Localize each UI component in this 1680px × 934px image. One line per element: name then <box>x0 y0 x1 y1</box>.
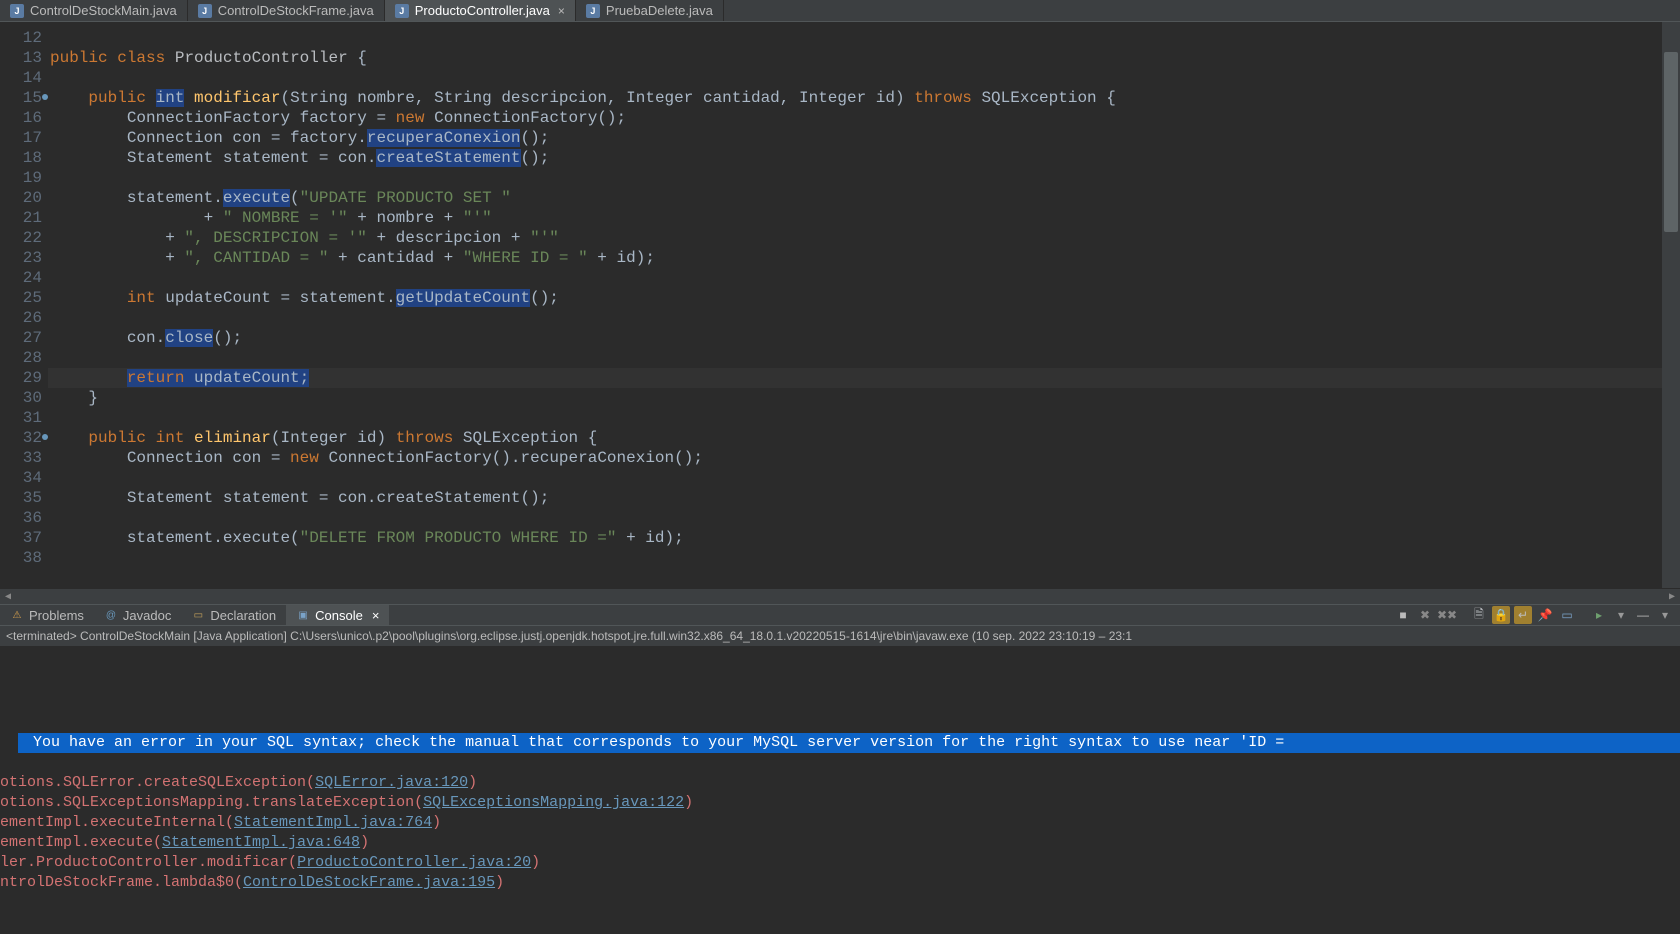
scrollbar-thumb[interactable] <box>1664 52 1678 232</box>
pin-console-icon[interactable]: 📌 <box>1536 606 1554 624</box>
stack-link[interactable]: StatementImpl.java:764 <box>234 814 432 831</box>
tab-label: PruebaDelete.java <box>606 3 713 18</box>
console-stack-line: ntrolDeStockFrame.lambda$0(ControlDeStoc… <box>0 873 1680 893</box>
code-editor[interactable]: 1213141516171819202122232425262728293031… <box>0 22 1680 588</box>
console-icon: ▣ <box>296 608 310 622</box>
tab-console[interactable]: ▣ Console × <box>286 605 389 625</box>
minimize-icon[interactable]: — <box>1634 606 1652 624</box>
open-console-icon[interactable]: ▸ <box>1590 606 1608 624</box>
scroll-left-icon[interactable]: ◀ <box>0 591 16 603</box>
tab-label: ProductoController.java <box>415 3 550 18</box>
console-output[interactable]: You have an error in your SQL syntax; ch… <box>0 647 1680 913</box>
bottom-view-tabs: ⚠ Problems @ Javadoc ▭ Declaration ▣ Con… <box>0 604 1680 626</box>
stack-link[interactable]: ControlDeStockFrame.java:195 <box>243 874 495 891</box>
btab-label: Console <box>315 608 363 623</box>
tab-controldestockmain[interactable]: J ControlDeStockMain.java <box>0 0 188 21</box>
code-content[interactable]: public class ProductoController { public… <box>48 22 1662 588</box>
java-file-icon: J <box>395 4 409 18</box>
console-stack-line: ementImpl.execute(StatementImpl.java:648… <box>0 833 1680 853</box>
word-wrap-icon[interactable]: ↵ <box>1514 606 1532 624</box>
line-number-gutter: 1213141516171819202122232425262728293031… <box>0 22 48 588</box>
tab-label: ControlDeStockMain.java <box>30 3 177 18</box>
console-stack-line: ler.ProductoController.modificar(Product… <box>0 853 1680 873</box>
tab-javadoc[interactable]: @ Javadoc <box>94 605 181 625</box>
scroll-lock-icon[interactable]: 🔒 <box>1492 606 1510 624</box>
javadoc-icon: @ <box>104 608 118 622</box>
tab-declaration[interactable]: ▭ Declaration <box>181 605 286 625</box>
editor-tab-bar: J ControlDeStockMain.java J ControlDeSto… <box>0 0 1680 22</box>
tab-pruebadelete[interactable]: J PruebaDelete.java <box>576 0 724 21</box>
horizontal-scrollbar[interactable]: ◀ ▶ <box>0 588 1680 604</box>
stack-link[interactable]: SQLError.java:120 <box>315 774 468 791</box>
remove-all-icon[interactable]: ✖✖ <box>1438 606 1456 624</box>
stack-link[interactable]: ProductoController.java:20 <box>297 854 531 871</box>
console-empty-line <box>0 693 1680 713</box>
declaration-icon: ▭ <box>191 608 205 622</box>
remove-launch-icon[interactable]: ✖ <box>1416 606 1434 624</box>
stack-link[interactable]: SQLExceptionsMapping.java:122 <box>423 794 684 811</box>
console-error-highlight: You have an error in your SQL syntax; ch… <box>18 733 1680 753</box>
console-stack-line: otions.SQLError.createSQLException(SQLEr… <box>0 773 1680 793</box>
clear-console-icon[interactable]: 🗎 <box>1470 606 1488 624</box>
btab-label: Problems <box>29 608 84 623</box>
btab-label: Declaration <box>210 608 276 623</box>
console-stack-line: ementImpl.executeInternal(StatementImpl.… <box>0 813 1680 833</box>
btab-label: Javadoc <box>123 608 171 623</box>
tab-problems[interactable]: ⚠ Problems <box>0 605 94 625</box>
tab-label: ControlDeStockFrame.java <box>218 3 374 18</box>
close-icon[interactable]: × <box>558 4 565 18</box>
new-console-icon[interactable]: ▾ <box>1612 606 1630 624</box>
terminate-icon[interactable]: ■ <box>1394 606 1412 624</box>
java-file-icon: J <box>10 4 24 18</box>
java-file-icon: J <box>586 4 600 18</box>
maximize-icon[interactable]: ▾ <box>1656 606 1674 624</box>
vertical-scrollbar[interactable] <box>1662 22 1680 588</box>
java-file-icon: J <box>198 4 212 18</box>
stack-link[interactable]: StatementImpl.java:648 <box>162 834 360 851</box>
tab-productocontroller[interactable]: J ProductoController.java × <box>385 0 576 21</box>
close-icon[interactable]: × <box>372 608 380 623</box>
display-selected-icon[interactable]: ▭ <box>1558 606 1576 624</box>
scroll-right-icon[interactable]: ▶ <box>1664 591 1680 603</box>
problems-icon: ⚠ <box>10 608 24 622</box>
console-process-header: <terminated> ControlDeStockMain [Java Ap… <box>0 626 1680 647</box>
console-stack-line: otions.SQLExceptionsMapping.translateExc… <box>0 793 1680 813</box>
tab-controldestockframe[interactable]: J ControlDeStockFrame.java <box>188 0 385 21</box>
scroll-track[interactable] <box>16 592 1664 602</box>
console-toolbar: ■ ✖ ✖✖ 🗎 🔒 ↵ 📌 ▭ ▸ ▾ — ▾ <box>1394 606 1680 624</box>
